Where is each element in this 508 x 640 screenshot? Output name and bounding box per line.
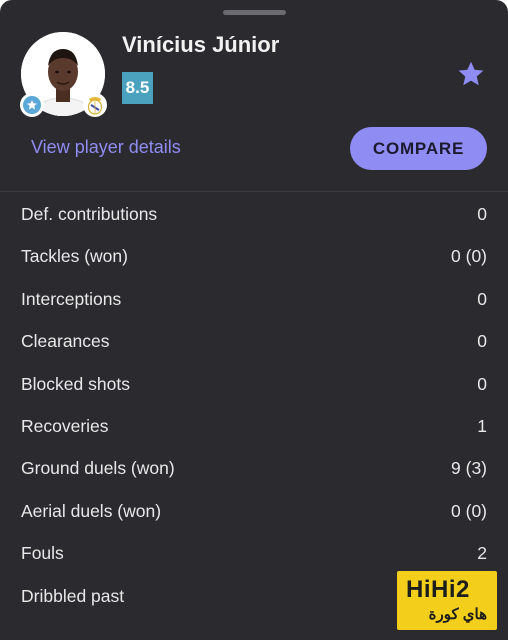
watermark-logo: HiHi2 هاي كورة — [397, 571, 497, 630]
compare-button[interactable]: COMPARE — [350, 127, 487, 170]
stat-value: 0 — [477, 204, 487, 224]
stat-label: Dribbled past — [21, 585, 125, 606]
player-rating-badge: 8.5 — [122, 72, 153, 104]
drag-handle[interactable] — [223, 10, 286, 15]
stat-row: Clearances 0 — [0, 319, 508, 361]
stat-row: Tackles (won) 0 (0) — [0, 234, 508, 276]
position-badge — [20, 93, 44, 117]
player-name: Vinícius Júnior — [122, 32, 280, 57]
stat-value: 0 — [477, 288, 487, 309]
watermark-text: HiHi2 — [406, 576, 470, 603]
club-crest-icon — [83, 93, 107, 117]
stat-row: Ground duels (won) 9 (3) — [0, 446, 508, 488]
stat-row: Recoveries 1 — [0, 404, 508, 446]
stat-value: 2 — [477, 543, 487, 564]
stat-label: Ground duels (won) — [21, 458, 175, 479]
stat-row: Fouls 2 — [0, 531, 508, 573]
stat-label: Fouls — [21, 543, 64, 564]
stat-row: Def. contributions 0 — [0, 192, 508, 234]
stat-label: Interceptions — [21, 288, 122, 309]
view-player-details-link[interactable]: View player details — [31, 137, 181, 158]
star-icon[interactable] — [456, 59, 486, 89]
stat-row: Interceptions 0 — [0, 277, 508, 319]
stats-list: Def. contributions 0 Tackles (won) 0 (0)… — [0, 192, 508, 616]
stat-value: 1 — [477, 415, 487, 436]
stat-value: 9 (3) — [451, 458, 487, 479]
stat-value: 0 — [477, 331, 487, 352]
stat-value: 0 (0) — [451, 246, 487, 267]
player-stats-sheet: Vinícius Júnior 8.5 View player details … — [0, 0, 508, 640]
stat-label: Recoveries — [21, 415, 109, 436]
watermark-subtext: هاي كورة — [428, 606, 487, 623]
stat-value: 0 — [477, 373, 487, 394]
player-avatar-group[interactable] — [20, 32, 107, 117]
stat-label: Def. contributions — [21, 204, 158, 224]
stat-label: Clearances — [21, 331, 110, 352]
stat-row: Aerial duels (won) 0 (0) — [0, 489, 508, 531]
stat-label: Tackles (won) — [21, 246, 128, 267]
star-badge-icon — [23, 96, 41, 114]
stat-row: Blocked shots 0 — [0, 362, 508, 404]
stat-label: Blocked shots — [21, 373, 130, 394]
stat-value: 0 (0) — [451, 500, 487, 521]
stat-label: Aerial duels (won) — [21, 500, 162, 521]
